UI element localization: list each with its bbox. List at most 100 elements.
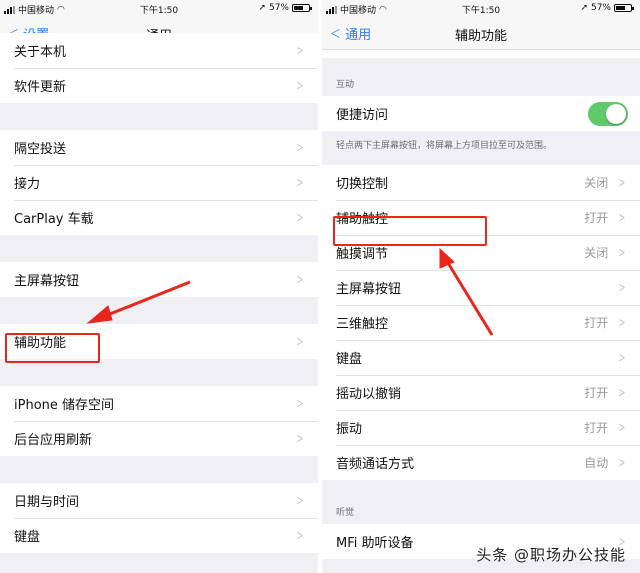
group-gap <box>0 103 318 130</box>
row-label: 振动 <box>336 422 363 437</box>
row-label: 切换控制 <box>336 177 389 192</box>
row-label: 接力 <box>14 177 41 192</box>
row-value: 关闭 <box>584 176 609 190</box>
back-label: 通用 <box>345 28 372 43</box>
reachability-row: 便捷访问 <box>322 96 640 131</box>
group-gap <box>0 235 318 262</box>
chevron-right-icon: > <box>296 492 304 509</box>
group-gap <box>0 359 318 386</box>
settings-row[interactable]: 接力 > <box>0 165 318 200</box>
settings-group: 主屏幕按钮 > <box>0 262 318 297</box>
section-header-hearing: 听觉 <box>336 508 355 518</box>
accessibility-row[interactable]: 振动 打开 > <box>322 410 640 445</box>
reachability-footnote: 轻点两下主屏幕按钮，将屏幕上方项目拉至可及范围。 <box>336 141 553 151</box>
reachability-label: 便捷访问 <box>336 108 389 123</box>
chevron-right-icon: > <box>618 419 626 436</box>
chevron-right-icon: > <box>296 174 304 191</box>
row-label: 辅助功能 <box>14 336 67 351</box>
accessibility-list: 切换控制 关闭 > 辅助触控 打开 > 触摸调节 关闭 > 主屏幕按钮 > 三维触控 打开 > 键盘 > 摇动以… <box>322 165 640 480</box>
accessibility-screen: 中国移动 ◠ 下午1:50 ➚ 57% < 通用 辅助功能 互动 便捷访问 轻点… <box>322 0 640 573</box>
row-label: 主屏幕按钮 <box>14 274 80 289</box>
chevron-right-icon: > <box>618 314 626 331</box>
row-label: 后台应用刷新 <box>14 433 93 448</box>
settings-group: 关于本机 > 软件更新 > <box>0 33 318 103</box>
chevron-right-icon: > <box>618 244 626 261</box>
settings-group: 辅助功能 > <box>0 324 318 359</box>
row-label: 键盘 <box>336 352 363 367</box>
battery-percent: 57% <box>590 3 611 13</box>
chevron-right-icon: > <box>618 454 626 471</box>
watermark: 头条 @职场办公技能 <box>476 546 626 564</box>
chevron-right-icon: > <box>618 209 626 226</box>
chevron-left-icon: < <box>330 22 341 44</box>
chevron-right-icon: > <box>296 139 304 156</box>
row-label: 摇动以撤销 <box>336 387 402 402</box>
row-value: 关闭 <box>584 246 609 260</box>
settings-group: iPhone 储存空间 > 后台应用刷新 > <box>0 386 318 456</box>
row-label: 关于本机 <box>14 45 67 60</box>
chevron-right-icon: > <box>296 527 304 544</box>
reachability-toggle[interactable] <box>588 101 628 126</box>
settings-group: 隔空投送 > 接力 > CarPlay 车载 > <box>0 130 318 235</box>
settings-row[interactable]: 软件更新 > <box>0 68 318 103</box>
row-value: 自动 <box>584 456 609 470</box>
accessibility-row[interactable]: 主屏幕按钮 > <box>322 270 640 305</box>
chevron-right-icon: > <box>296 77 304 94</box>
section-header-interaction: 互动 <box>336 80 355 90</box>
settings-row[interactable]: CarPlay 车载 > <box>0 200 318 235</box>
settings-list: 关于本机 > 软件更新 > 隔空投送 > 接力 > CarPlay 车载 > 主屏幕按钮 > 辅助功能 >… <box>0 33 318 553</box>
accessibility-row[interactable]: 音频通话方式 自动 > <box>322 445 640 480</box>
back-button[interactable]: < 通用 <box>328 24 371 43</box>
battery-percent: 57% <box>268 3 289 13</box>
reachability-group: 便捷访问 <box>322 96 640 131</box>
status-bar: 中国移动 ◠ 下午1:50 ➚ 57% <box>322 0 640 17</box>
chevron-right-icon: > <box>296 430 304 447</box>
settings-row[interactable]: 辅助功能 > <box>0 324 318 359</box>
row-value: 打开 <box>584 421 609 435</box>
general-settings-screen: 中国移动 ◠ 下午1:50 ➚ 57% < 设置 通用 关于本机>软件更新>隔空… <box>0 0 318 573</box>
accessibility-row[interactable]: 三维触控 打开 > <box>322 305 640 340</box>
accessibility-row[interactable]: 触摸调节 关闭 > <box>322 235 640 270</box>
location-icon: ➚ <box>580 3 588 13</box>
row-label: 主屏幕按钮 <box>336 282 402 297</box>
row-label: 辅助触控 <box>336 212 389 227</box>
settings-row[interactable]: 隔空投送 > <box>0 130 318 165</box>
accessibility-row[interactable]: 辅助触控 打开 > <box>322 200 640 235</box>
settings-row[interactable]: 关于本机 > <box>0 33 318 68</box>
battery-icon <box>292 4 312 12</box>
row-value: 打开 <box>584 316 609 330</box>
chevron-right-icon: > <box>296 209 304 226</box>
chevron-right-icon: > <box>618 349 626 366</box>
settings-group: 日期与时间 > 键盘 > <box>0 483 318 553</box>
accessibility-row[interactable]: 摇动以撤销 打开 > <box>322 375 640 410</box>
accessibility-row[interactable]: 切换控制 关闭 > <box>322 165 640 200</box>
settings-row[interactable]: 日期与时间 > <box>0 483 318 518</box>
row-label: 键盘 <box>14 530 41 545</box>
row-label: 隔空投送 <box>14 142 67 157</box>
row-label: 音频通话方式 <box>336 457 415 472</box>
row-label: 触摸调节 <box>336 247 389 262</box>
chevron-right-icon: > <box>296 271 304 288</box>
chevron-right-icon: > <box>296 333 304 350</box>
chevron-right-icon: > <box>618 279 626 296</box>
settings-row[interactable]: iPhone 储存空间 > <box>0 386 318 421</box>
scrolled-row-remnant <box>322 50 640 58</box>
chevron-right-icon: > <box>618 174 626 191</box>
row-label: 软件更新 <box>14 80 67 95</box>
battery-icon <box>614 4 634 12</box>
accessibility-row[interactable]: 键盘 > <box>322 340 640 375</box>
location-icon: ➚ <box>258 3 266 13</box>
row-label: iPhone 储存空间 <box>14 398 115 413</box>
group-gap <box>0 456 318 483</box>
settings-row[interactable]: 后台应用刷新 > <box>0 421 318 456</box>
row-label: CarPlay 车载 <box>14 212 94 227</box>
row-label: 三维触控 <box>336 317 389 332</box>
settings-row[interactable]: 键盘 > <box>0 518 318 553</box>
row-label: 日期与时间 <box>14 495 80 510</box>
chevron-right-icon: > <box>296 395 304 412</box>
status-bar: 中国移动 ◠ 下午1:50 ➚ 57% <box>0 0 318 17</box>
chevron-right-icon: > <box>296 42 304 59</box>
group-gap <box>0 297 318 324</box>
settings-row[interactable]: 主屏幕按钮 > <box>0 262 318 297</box>
row-value: 打开 <box>584 386 609 400</box>
